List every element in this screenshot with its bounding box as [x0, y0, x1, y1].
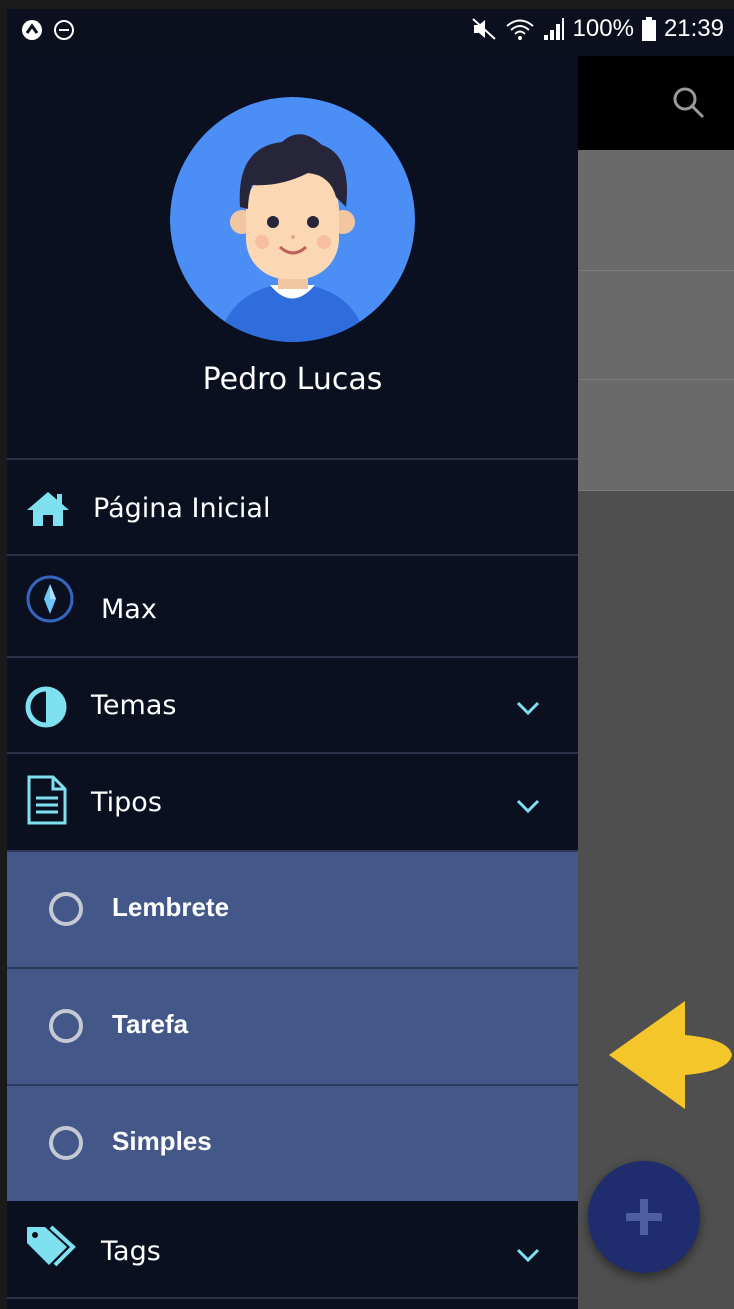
option-label: Lembrete: [112, 892, 230, 922]
compass-icon: [26, 575, 74, 623]
mute-icon: [471, 18, 496, 40]
add-fab-button[interactable]: [588, 1161, 700, 1273]
status-right-icons: 100% 21:39: [471, 15, 724, 43]
boy-avatar-icon: [170, 97, 415, 342]
app-notification-icon: [22, 20, 42, 40]
background-card[interactable]: [578, 150, 734, 271]
search-icon[interactable]: [672, 86, 706, 120]
menu-item-label: Max: [101, 594, 157, 625]
tipos-option-tarefa[interactable]: Tarefa: [7, 967, 578, 1084]
battery-percent: 100%: [572, 15, 634, 42]
document-icon: [27, 775, 67, 825]
menu-item-tags[interactable]: Tags: [7, 1201, 578, 1297]
menu-item-label: Temas: [91, 690, 177, 721]
menu-item-label: Tipos: [91, 787, 162, 818]
signal-icon: [543, 18, 564, 40]
avatar[interactable]: [170, 97, 415, 342]
chevron-down-icon[interactable]: [516, 1247, 540, 1263]
battery-icon: [641, 17, 656, 41]
do-not-disturb-icon: [54, 20, 74, 40]
profile-name: Pedro Lucas: [202, 362, 383, 397]
tipos-option-simples[interactable]: Simples: [7, 1084, 578, 1201]
menu-item-home[interactable]: Página Inicial: [7, 458, 578, 554]
tipos-option-lembrete[interactable]: Lembrete: [7, 850, 578, 967]
home-icon: [27, 492, 69, 526]
radio-button[interactable]: [49, 1126, 83, 1160]
radio-button[interactable]: [49, 1009, 83, 1043]
option-label: Simples: [112, 1126, 212, 1156]
phone-screen: 100% 21:39 Pedro Lucas Página Inicial Ma…: [7, 9, 734, 1309]
background-card[interactable]: [578, 380, 734, 491]
wifi-icon: [505, 19, 534, 40]
contrast-icon: [25, 686, 67, 728]
profile-header: Pedro Lucas: [7, 56, 578, 458]
chevron-down-icon[interactable]: [516, 798, 540, 814]
plus-icon: [626, 1199, 662, 1235]
menu-item-temas[interactable]: Temas: [7, 656, 578, 752]
clock: 21:39: [663, 15, 724, 42]
status-bar: 100% 21:39: [7, 9, 734, 56]
menu-item-label: Página Inicial: [93, 493, 271, 524]
menu-item-tipos[interactable]: Tipos: [7, 752, 578, 850]
chevron-down-icon[interactable]: [516, 700, 540, 716]
arrow-pointer-icon: [609, 1001, 732, 1109]
radio-button[interactable]: [49, 892, 83, 926]
menu-item-label: Tags: [101, 1236, 161, 1267]
divider: [7, 1297, 578, 1299]
option-label: Tarefa: [112, 1009, 189, 1039]
navigation-drawer: Pedro Lucas Página Inicial Max Temas Tip…: [7, 56, 578, 1309]
menu-item-max[interactable]: Max: [7, 554, 578, 656]
status-left-icons: [21, 19, 75, 41]
tag-icon: [27, 1225, 76, 1267]
background-card[interactable]: [578, 271, 734, 380]
